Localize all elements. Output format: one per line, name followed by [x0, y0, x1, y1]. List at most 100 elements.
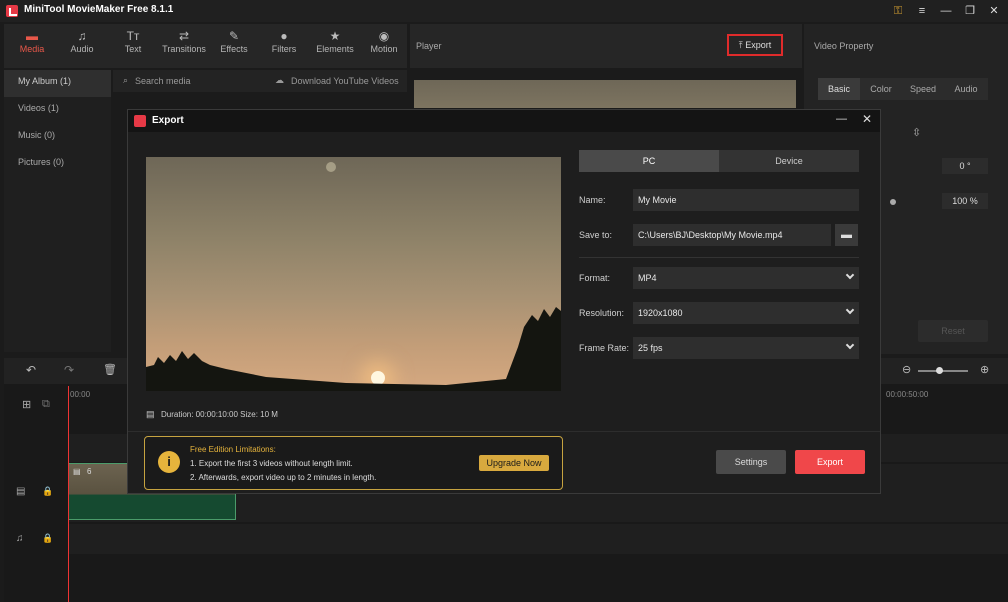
close-icon[interactable]: ✕ [862, 112, 872, 126]
format-value: MP4 [638, 273, 657, 283]
folder-browse-icon[interactable]: ▬ [835, 224, 858, 246]
copy-track-icon[interactable]: ⧉ [42, 398, 50, 411]
tab-color[interactable]: Color [860, 78, 902, 100]
frame-rate-select[interactable]: 25 fps [633, 337, 859, 359]
chevron-down-icon [845, 340, 855, 350]
player-preview [414, 80, 796, 108]
tree-silhouette [146, 307, 561, 391]
tab-transitions[interactable]: ⇄ Transitions [160, 28, 208, 54]
property-tabs: Basic Color Speed Audio [818, 78, 988, 100]
export-preview [146, 157, 561, 391]
tab-audio[interactable]: Audio [944, 78, 988, 100]
search-input[interactable]: Search media [135, 76, 191, 86]
tab-label: Media [19, 44, 45, 54]
zoom-out-icon[interactable]: ⊖ [902, 363, 911, 376]
tab-label: Filters [271, 44, 297, 54]
flip-vertical-icon[interactable]: ⇳ [912, 126, 921, 139]
minimize-icon[interactable]: — [836, 113, 847, 125]
format-select[interactable]: MP4 [633, 267, 859, 289]
motion-icon: ◉ [378, 29, 390, 43]
tab-motion[interactable]: ◉ Motion [360, 28, 408, 54]
lock-icon[interactable]: 🔒 [42, 533, 53, 544]
tab-filters[interactable]: ● Filters [260, 28, 308, 54]
divider [579, 257, 859, 258]
tab-device[interactable]: Device [719, 150, 859, 172]
delete-icon[interactable]: 🗑 [103, 363, 117, 376]
album-item-videos[interactable]: Videos (1) [4, 97, 111, 124]
cloud-download-icon: ☁ [275, 75, 284, 85]
save-path-field[interactable]: C:\Users\BJ\Desktop\My Movie.mp4 [633, 224, 831, 246]
close-icon[interactable]: ✕ [984, 2, 1004, 20]
tab-pc[interactable]: PC [579, 150, 719, 172]
zoom-slider-handle[interactable] [936, 367, 943, 374]
zoom-slider[interactable] [918, 370, 968, 372]
tab-basic[interactable]: Basic [818, 78, 860, 100]
tab-text[interactable]: Tт Text [109, 28, 157, 54]
tab-label: Effects [220, 44, 248, 54]
dialog-title: Export [152, 115, 184, 126]
free-edition-notice: i Free Edition Limitations: 1. Export th… [144, 436, 563, 490]
tab-media[interactable]: ▬ Media [8, 28, 56, 54]
transitions-icon: ⇄ [178, 29, 190, 43]
resolution-label: Resolution: [579, 308, 625, 318]
export-label: Export [745, 40, 772, 50]
zoom-in-icon[interactable]: ⊕ [980, 363, 989, 376]
album-item-pictures[interactable]: Pictures (0) [4, 151, 111, 178]
maximize-icon[interactable]: ❐ [960, 2, 980, 20]
scale-value[interactable]: 100 % [942, 193, 988, 209]
app-logo-icon [134, 115, 146, 127]
clip-film-icon: ▤ [73, 467, 81, 476]
duration-size-text: Duration: 00:00:10:00 Size: 10 M [161, 410, 278, 419]
property-label: Video Property [814, 41, 874, 51]
tab-label: Text [124, 44, 142, 54]
tab-label: Elements [316, 44, 354, 54]
frame-rate-value: 25 fps [638, 343, 663, 353]
tab-label: Audio [70, 44, 94, 54]
limits-title: Free Edition Limitations: [190, 445, 276, 454]
playhead[interactable] [68, 386, 69, 602]
audio-track [68, 524, 1008, 554]
tab-audio[interactable]: ♫ Audio [58, 28, 106, 54]
moon-shape [326, 162, 336, 172]
toolbar-tabs: ▬ Media ♫ Audio Tт Text ⇄ Transitions ✎ Effec… [4, 24, 407, 68]
info-icon: i [158, 451, 180, 473]
video-track-icon: ▤ [16, 486, 26, 497]
album-item-my-album[interactable]: My Album (1) [4, 70, 111, 97]
text-icon: Tт [126, 29, 140, 43]
download-youtube-link[interactable]: Download YouTube Videos [291, 76, 399, 86]
lock-icon[interactable]: 🔒 [42, 486, 53, 497]
resolution-select[interactable]: 1920x1080 [633, 302, 859, 324]
upload-icon: ⤒ [738, 40, 743, 50]
app-logo-icon [6, 5, 18, 17]
redo-icon[interactable]: ↷ [64, 363, 74, 377]
footer-divider [128, 431, 880, 432]
save-to-label: Save to: [579, 230, 613, 240]
audio-track-icon: ♫ [16, 533, 24, 544]
rotation-value[interactable]: 0 ° [942, 158, 988, 174]
tab-speed[interactable]: Speed [902, 78, 944, 100]
settings-button[interactable]: Settings [716, 450, 786, 474]
scale-slider-handle[interactable] [890, 199, 896, 205]
format-label: Format: [579, 273, 611, 283]
title-bar: MiniTool MovieMaker Free 8.1.1 ⚿ ≡ — ❐ ✕ [0, 0, 1008, 22]
add-track-icon[interactable]: ⊞ [22, 398, 31, 411]
tab-effects[interactable]: ✎ Effects [210, 28, 258, 54]
export-button[interactable]: Export [795, 450, 865, 474]
tab-elements[interactable]: ★ Elements [311, 28, 359, 54]
minimize-icon[interactable]: — [936, 2, 956, 20]
key-icon[interactable]: ⚿ [888, 2, 908, 20]
undo-icon[interactable]: ↶ [26, 363, 36, 377]
effects-icon: ✎ [228, 29, 240, 43]
limit-1: 1. Export the first 3 videos without len… [190, 459, 353, 468]
app-title: MiniTool MovieMaker Free 8.1.1 [24, 4, 174, 15]
export-dialog: Export — ✕ ▤ Duration: 00:00:10:00 Size:… [127, 109, 881, 494]
upgrade-now-button[interactable]: Upgrade Now [479, 455, 549, 471]
timeline-end-time: 00:00:50:00 [886, 390, 929, 399]
name-label: Name: [579, 195, 606, 205]
album-item-music[interactable]: Music (0) [4, 124, 111, 151]
name-field[interactable]: My Movie [633, 189, 859, 211]
player-export-button[interactable]: ⤒ Export [727, 34, 783, 56]
menu-icon[interactable]: ≡ [912, 2, 932, 20]
film-icon: ▤ [146, 409, 155, 419]
reset-button[interactable]: Reset [918, 320, 988, 342]
